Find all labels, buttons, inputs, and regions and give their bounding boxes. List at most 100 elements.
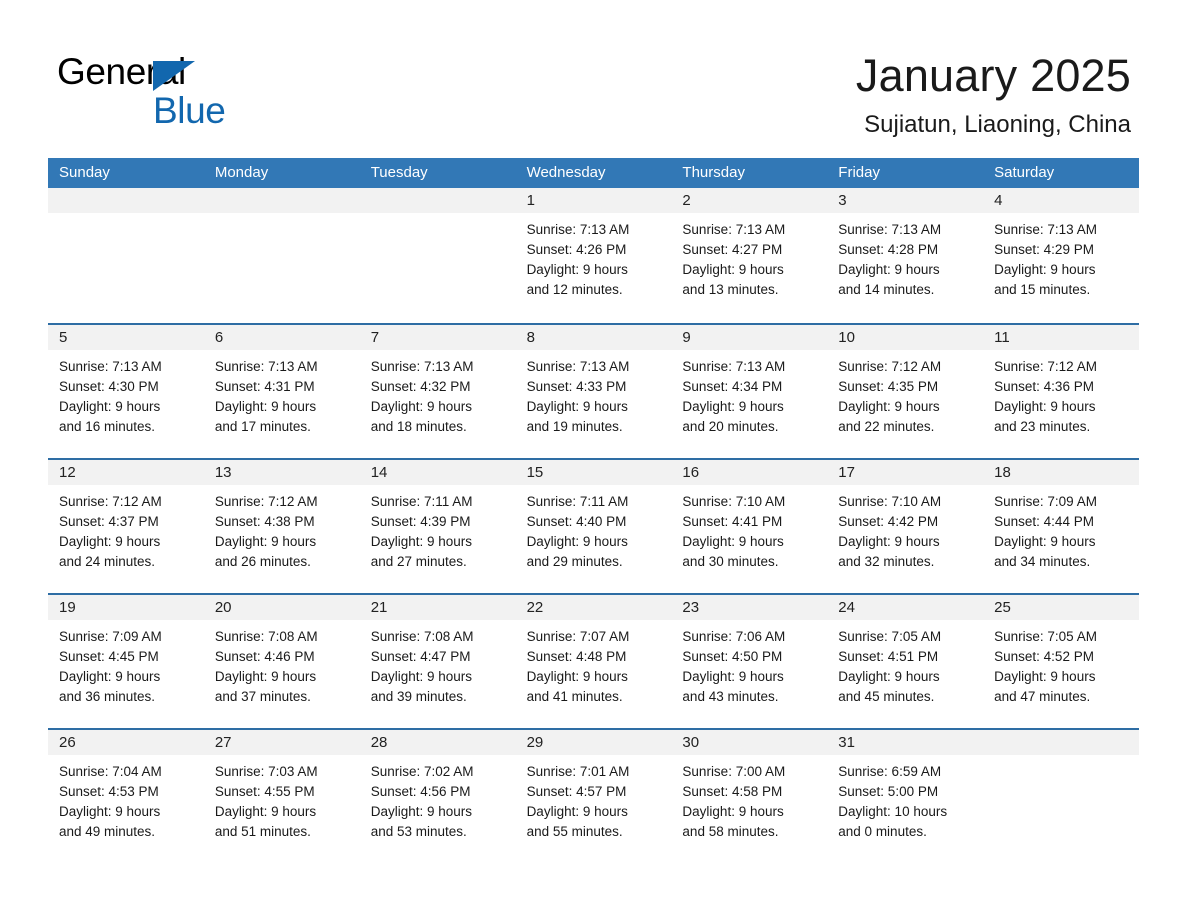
day-cell[interactable]: 12 Sunrise: 7:12 AM Sunset: 4:37 PM Dayligh… [48,460,204,593]
day-cell-empty [983,730,1139,863]
day-number: 20 [214,599,232,616]
day-details: Sunrise: 7:05 AM Sunset: 4:52 PM Daylight:… [983,620,1139,707]
weekday-header-friday: Friday [838,164,880,181]
day-number-band: 29 [515,730,672,755]
day-number: 6 [214,329,224,346]
sunrise-text: Sunrise: 7:10 AM [838,494,942,509]
day-cell[interactable]: 4 Sunrise: 7:13 AM Sunset: 4:29 PM Daylight… [983,188,1139,323]
day-cell[interactable]: 23 Sunrise: 7:06 AM Sunset: 4:50 PM Dayligh… [671,595,828,728]
day-cell[interactable]: 31 Sunrise: 6:59 AM Sunset: 5:00 PM Dayligh… [827,730,984,863]
day-details: Sunrise: 7:08 AM Sunset: 4:47 PM Daylight:… [360,620,516,707]
sunset-text: Sunset: 4:40 PM [526,514,627,529]
day-number: 23 [682,599,700,616]
day-cell[interactable]: 15 Sunrise: 7:11 AM Sunset: 4:40 PM Dayligh… [515,460,672,593]
day-number-band: 11 [983,325,1139,350]
weekday-header-monday: Monday [214,164,269,181]
daylight-text-line2: and 20 minutes. [682,419,779,434]
day-cell[interactable]: 16 Sunrise: 7:10 AM Sunset: 4:41 PM Dayligh… [671,460,828,593]
day-number: 11 [994,329,1010,346]
day-cell[interactable]: 1 Sunrise: 7:13 AM Sunset: 4:26 PM Daylight… [515,188,672,323]
day-details: Sunrise: 7:01 AM Sunset: 4:57 PM Daylight:… [516,755,672,842]
sunrise-text: Sunrise: 7:08 AM [370,629,474,644]
day-cell[interactable]: 29 Sunrise: 7:01 AM Sunset: 4:57 PM Dayligh… [515,730,672,863]
daylight-text-line1: Daylight: 9 hours [838,399,940,414]
day-cell[interactable]: 27 Sunrise: 7:03 AM Sunset: 4:55 PM Dayligh… [203,730,360,863]
daylight-text-line1: Daylight: 9 hours [682,804,784,819]
day-details: Sunrise: 7:00 AM Sunset: 4:58 PM Daylight:… [671,755,827,842]
day-details: Sunrise: 7:10 AM Sunset: 4:41 PM Daylight:… [671,485,827,572]
daylight-text-line1: Daylight: 9 hours [59,399,161,414]
day-cell[interactable]: 25 Sunrise: 7:05 AM Sunset: 4:52 PM Dayligh… [983,595,1139,728]
sunset-text: Sunset: 4:34 PM [682,379,783,394]
day-details: Sunrise: 7:11 AM Sunset: 4:39 PM Daylight:… [360,485,516,572]
day-cell[interactable]: 14 Sunrise: 7:11 AM Sunset: 4:39 PM Dayligh… [359,460,516,593]
daylight-text-line1: Daylight: 9 hours [994,399,1096,414]
general-blue-logo[interactable]: General Blue [57,52,377,132]
day-cell[interactable]: 5 Sunrise: 7:13 AM Sunset: 4:30 PM Daylight… [48,325,204,458]
sunrise-text: Sunrise: 7:11 AM [370,494,473,509]
day-cell[interactable]: 21 Sunrise: 7:08 AM Sunset: 4:47 PM Dayligh… [359,595,516,728]
daylight-text-line1: Daylight: 9 hours [682,534,784,549]
day-number-band: 17 [827,460,984,485]
day-cell[interactable]: 19 Sunrise: 7:09 AM Sunset: 4:45 PM Dayligh… [48,595,204,728]
sunrise-text: Sunrise: 7:12 AM [59,494,162,509]
day-number-band: 7 [359,325,516,350]
day-details: Sunrise: 7:12 AM Sunset: 4:36 PM Daylight:… [983,350,1139,437]
day-cell[interactable]: 3 Sunrise: 7:13 AM Sunset: 4:28 PM Daylight… [827,188,984,323]
day-details [204,213,360,220]
daylight-text-line2: and 23 minutes. [994,419,1091,434]
day-number: 31 [838,734,855,751]
sunrise-text: Sunrise: 7:13 AM [682,359,786,374]
day-cell[interactable]: 24 Sunrise: 7:05 AM Sunset: 4:51 PM Dayligh… [827,595,984,728]
sunrise-text: Sunrise: 7:12 AM [838,359,942,374]
day-details: Sunrise: 7:09 AM Sunset: 4:45 PM Daylight:… [48,620,204,707]
sunset-text: Sunset: 4:39 PM [370,514,471,529]
day-details: Sunrise: 7:10 AM Sunset: 4:42 PM Daylight:… [827,485,983,572]
daylight-text-line2: and 32 minutes. [838,554,935,569]
daylight-text-line1: Daylight: 9 hours [526,804,628,819]
day-number-band: 21 [359,595,516,620]
day-cell[interactable]: 10 Sunrise: 7:12 AM Sunset: 4:35 PM Dayligh… [827,325,984,458]
sunrise-text: Sunrise: 7:07 AM [526,629,630,644]
day-cell[interactable]: 2 Sunrise: 7:13 AM Sunset: 4:27 PM Daylight… [671,188,828,323]
day-cell[interactable]: 26 Sunrise: 7:04 AM Sunset: 4:53 PM Dayligh… [48,730,204,863]
day-cell[interactable]: 30 Sunrise: 7:00 AM Sunset: 4:58 PM Dayligh… [671,730,828,863]
day-number-band [983,730,1139,755]
day-details: Sunrise: 7:09 AM Sunset: 4:44 PM Daylight:… [983,485,1139,572]
day-cell[interactable]: 17 Sunrise: 7:10 AM Sunset: 4:42 PM Dayligh… [827,460,984,593]
day-cell[interactable]: 9 Sunrise: 7:13 AM Sunset: 4:34 PM Daylight… [671,325,828,458]
calendar-grid: Sunday Monday Tuesday Wednesday Thursday… [48,158,1139,863]
day-cell[interactable]: 8 Sunrise: 7:13 AM Sunset: 4:33 PM Daylight… [515,325,672,458]
day-cell[interactable]: 28 Sunrise: 7:02 AM Sunset: 4:56 PM Dayligh… [359,730,516,863]
day-cell[interactable]: 6 Sunrise: 7:13 AM Sunset: 4:31 PM Daylight… [203,325,360,458]
day-number-band: 4 [983,188,1139,213]
day-cell[interactable]: 7 Sunrise: 7:13 AM Sunset: 4:32 PM Daylight… [359,325,516,458]
day-number: 18 [994,464,1011,481]
day-cell-empty [203,188,360,323]
daylight-text-line2: and 24 minutes. [59,554,156,569]
day-cell[interactable]: 18 Sunrise: 7:09 AM Sunset: 4:44 PM Dayligh… [983,460,1139,593]
sunrise-text: Sunrise: 7:05 AM [838,629,942,644]
daylight-text-line1: Daylight: 9 hours [838,534,940,549]
day-details: Sunrise: 7:06 AM Sunset: 4:50 PM Daylight:… [671,620,827,707]
daylight-text-line2: and 22 minutes. [838,419,935,434]
daylight-text-line2: and 43 minutes. [682,689,779,704]
daylight-text-line2: and 26 minutes. [214,554,311,569]
daylight-text-line1: Daylight: 9 hours [59,804,161,819]
location-subtitle: Sujiatun, Liaoning, China [864,111,1131,138]
sunrise-text: Sunrise: 7:08 AM [214,629,318,644]
daylight-text-line1: Daylight: 9 hours [526,399,628,414]
day-cell[interactable]: 11 Sunrise: 7:12 AM Sunset: 4:36 PM Dayligh… [983,325,1139,458]
calendar-week-row: 12 Sunrise: 7:12 AM Sunset: 4:37 PM Dayligh… [48,458,1139,593]
day-cell[interactable]: 22 Sunrise: 7:07 AM Sunset: 4:48 PM Dayligh… [515,595,672,728]
day-details [48,213,204,220]
daylight-text-line1: Daylight: 9 hours [994,262,1096,277]
sunrise-text: Sunrise: 7:12 AM [214,494,318,509]
daylight-text-line1: Daylight: 9 hours [682,262,784,277]
weekday-header-row: Sunday Monday Tuesday Wednesday Thursday… [48,158,1139,188]
daylight-text-line2: and 29 minutes. [526,554,623,569]
day-cell[interactable]: 13 Sunrise: 7:12 AM Sunset: 4:38 PM Dayligh… [203,460,360,593]
daylight-text-line2: and 17 minutes. [214,419,311,434]
day-cell[interactable]: 20 Sunrise: 7:08 AM Sunset: 4:46 PM Dayligh… [203,595,360,728]
sunset-text: Sunset: 4:50 PM [682,649,783,664]
